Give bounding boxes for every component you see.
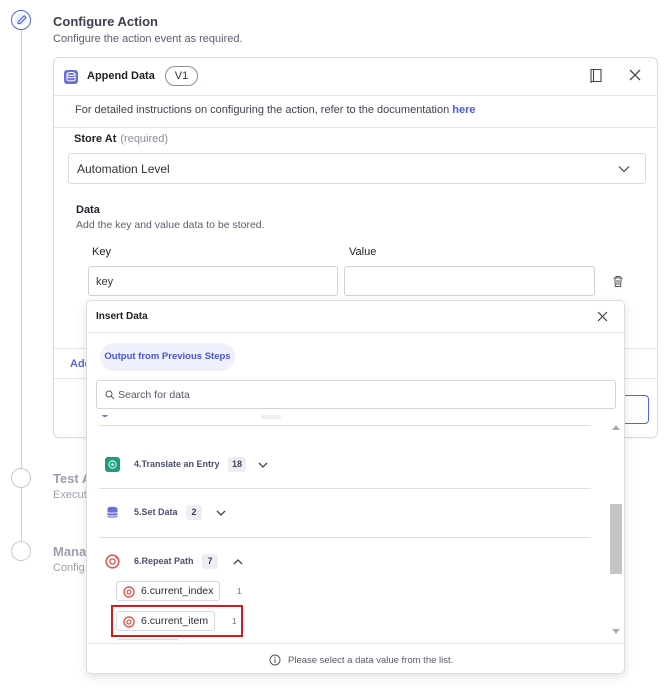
pencil-icon: [17, 15, 27, 25]
repeat-icon: [105, 554, 120, 569]
step-name: 5.Set Data: [134, 507, 178, 517]
repeat-icon: [123, 586, 135, 598]
required-hint: (required): [120, 133, 169, 145]
info-icon: [269, 654, 281, 666]
step-row-translate[interactable]: 4.Translate an Entry 18: [105, 457, 305, 475]
data-item-label: 6.current_index: [141, 585, 214, 597]
version-badge[interactable]: V1: [165, 66, 198, 86]
step-name: 6.Repeat Path: [134, 556, 194, 566]
popover-title: Insert Data: [96, 311, 148, 322]
partially-hidden-row: [102, 415, 281, 419]
step-indicator-manage: [11, 541, 31, 561]
step-subtitle-manage: Config: [53, 562, 85, 574]
book-icon[interactable]: [589, 68, 603, 84]
scroll-up-arrow-icon[interactable]: [612, 424, 620, 430]
close-icon[interactable]: [628, 68, 642, 82]
search-input[interactable]: [118, 381, 608, 408]
data-item-current-index[interactable]: 6.current_index: [116, 581, 221, 601]
step-subtitle-test: Execut: [53, 489, 87, 501]
documentation-text: For detailed instructions on configuring…: [75, 104, 453, 116]
chevron-down-icon[interactable]: [215, 507, 227, 519]
data-section-label: Data: [76, 204, 100, 216]
partially-hidden-chip: [116, 639, 180, 641]
insert-data-popover: Insert Data Output from Previous Steps 4…: [86, 300, 625, 674]
step-row-set-data[interactable]: 5.Set Data 2: [105, 505, 305, 523]
footer-hint: Please select a data value from the list…: [288, 655, 454, 666]
data-item-count: 1: [237, 587, 242, 596]
translate-icon: [105, 457, 120, 472]
documentation-info: For detailed instructions on configuring…: [54, 96, 657, 128]
step-name: 4.Translate an Entry: [134, 459, 220, 469]
store-at-label-text: Store At: [74, 133, 117, 145]
card-header: Append Data V1: [54, 58, 657, 96]
step-subtitle-configure: Configure the action event as required.: [53, 33, 243, 45]
key-input[interactable]: key: [88, 266, 338, 296]
list-separator: [99, 537, 591, 538]
store-at-select[interactable]: Automation Level: [68, 153, 646, 184]
step-indicator-test: [11, 468, 31, 488]
step-title-manage: Mana: [53, 544, 87, 559]
list-separator: [99, 488, 591, 489]
count-badge: 2: [186, 505, 202, 520]
database-icon: [105, 505, 120, 520]
scroll-down-arrow-icon[interactable]: [612, 629, 620, 635]
chevron-down-icon[interactable]: [257, 459, 269, 471]
search-box: [96, 380, 616, 409]
chevron-down-icon: [618, 166, 630, 173]
key-column-header: Key: [92, 246, 111, 258]
trash-icon[interactable]: [612, 275, 624, 288]
count-badge: 18: [228, 457, 247, 472]
tab-output-previous-steps[interactable]: Output from Previous Steps: [100, 343, 235, 371]
data-section-help: Add the key and value data to be stored.: [76, 219, 265, 231]
value-column-header: Value: [349, 246, 377, 258]
card-title: Append Data: [87, 70, 155, 82]
chevron-up-icon[interactable]: [232, 556, 244, 568]
count-badge: 7: [202, 554, 218, 569]
search-icon: [105, 390, 115, 400]
store-at-value: Automation Level: [77, 162, 170, 176]
list-separator: [99, 425, 591, 426]
close-icon[interactable]: [596, 310, 609, 323]
store-at-label: Store At (required): [74, 133, 168, 145]
popover-footer: Please select a data value from the list…: [87, 643, 624, 673]
selection-highlight: [111, 605, 243, 637]
popover-header: Insert Data: [87, 301, 624, 333]
scrollbar-thumb[interactable]: [610, 504, 622, 574]
documentation-link[interactable]: here: [452, 104, 475, 116]
value-input[interactable]: [344, 266, 595, 296]
step-row-repeat-path[interactable]: 6.Repeat Path 7: [105, 554, 305, 572]
database-icon: [64, 70, 78, 84]
step-title-configure: Configure Action: [53, 14, 158, 29]
